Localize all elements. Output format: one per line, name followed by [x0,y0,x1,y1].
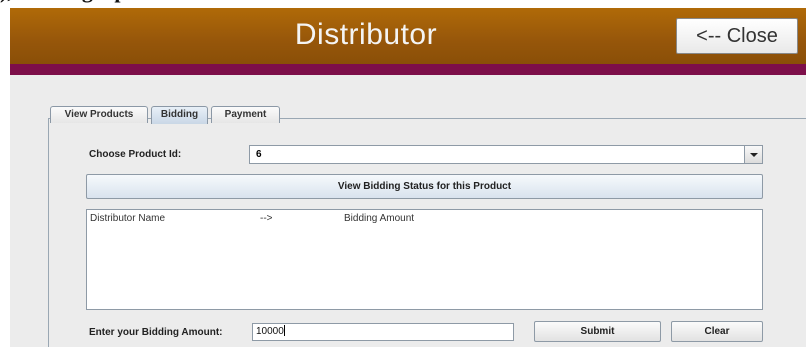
product-id-select[interactable]: 6 [249,145,763,164]
column-bidding-amount: Bidding Amount [344,213,415,224]
tab-bidding[interactable]: Bidding [151,106,208,124]
column-arrow: --> [260,213,273,224]
product-id-value: 6 [256,149,262,160]
clear-button[interactable]: Clear [671,321,763,342]
close-button[interactable]: <-- Close [676,18,798,54]
bidding-amount-value: 10000 [256,326,284,337]
text-caret [283,325,285,336]
column-distributor-name: Distributor Name [90,213,166,224]
chevron-down-icon[interactable] [744,146,762,163]
bidding-amount-label: Enter your Bidding Amount: [89,327,223,338]
tab-payment[interactable]: Payment [211,106,280,123]
tab-view-products[interactable]: View Products [50,106,148,123]
bidding-status-area[interactable]: Distributor Name --> Bidding Amount [86,209,763,310]
window-title: Distributor [294,18,438,51]
bidding-amount-input[interactable]: 10000 [252,323,514,341]
submit-button[interactable]: Submit [534,321,661,342]
header-band [10,64,806,75]
distributor-window: Distributor <-- Close View Products Bidd… [10,8,806,347]
caption-fragment: ), Bidding Up [0,0,150,8]
window-header: Distributor <-- Close [10,8,806,64]
view-bidding-status-button[interactable]: View Bidding Status for this Product [86,174,763,199]
product-id-label: Choose Product Id: [89,149,182,160]
